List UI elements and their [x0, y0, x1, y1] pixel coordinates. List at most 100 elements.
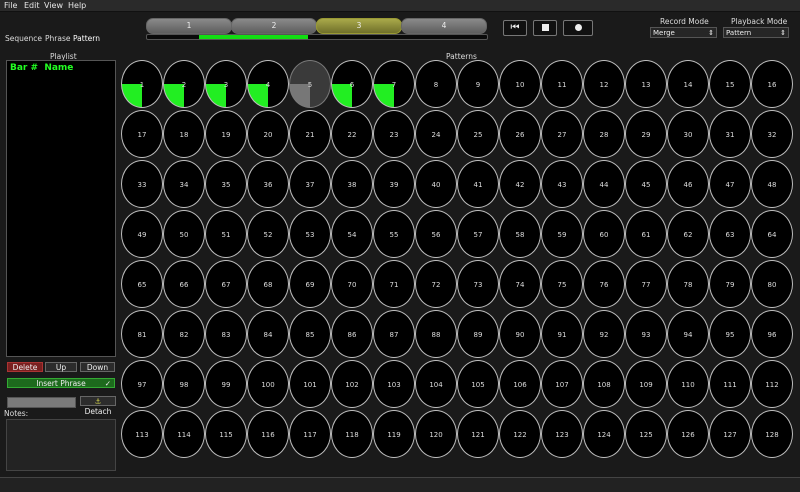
pattern-slot-25[interactable]: 25 — [457, 110, 499, 158]
notes-area[interactable] — [6, 419, 116, 471]
pattern-slot-99[interactable]: 99 — [205, 360, 247, 408]
pattern-slot-44[interactable]: 44 — [583, 160, 625, 208]
pattern-slot-100[interactable]: 100 — [247, 360, 289, 408]
pattern-slot-110[interactable]: 110 — [667, 360, 709, 408]
pattern-slot-47[interactable]: 47 — [709, 160, 751, 208]
pattern-slot-92[interactable]: 92 — [583, 310, 625, 358]
pattern-slot-6[interactable]: 6 — [331, 60, 373, 108]
pattern-slot-59[interactable]: 59 — [541, 210, 583, 258]
pattern-slot-38[interactable]: 38 — [331, 160, 373, 208]
pattern-slot-19[interactable]: 19 — [205, 110, 247, 158]
beat-button-2[interactable]: 2 — [231, 18, 317, 34]
pattern-slot-87[interactable]: 87 — [373, 310, 415, 358]
pattern-slot-35[interactable]: 35 — [205, 160, 247, 208]
pattern-slot-69[interactable]: 69 — [289, 260, 331, 308]
pattern-slot-86[interactable]: 86 — [331, 310, 373, 358]
pattern-slot-28[interactable]: 28 — [583, 110, 625, 158]
pattern-slot-93[interactable]: 93 — [625, 310, 667, 358]
pattern-slot-52[interactable]: 52 — [247, 210, 289, 258]
pattern-slot-76[interactable]: 76 — [583, 260, 625, 308]
menu-file[interactable]: File — [4, 1, 17, 10]
pattern-slot-50[interactable]: 50 — [163, 210, 205, 258]
pattern-slot-119[interactable]: 119 — [373, 410, 415, 458]
stop-button[interactable] — [533, 20, 557, 36]
pattern-slot-82[interactable]: 82 — [163, 310, 205, 358]
pattern-slot-111[interactable]: 111 — [709, 360, 751, 408]
pattern-slot-125[interactable]: 125 — [625, 410, 667, 458]
pattern-slot-26[interactable]: 26 — [499, 110, 541, 158]
pattern-slot-29[interactable]: 29 — [625, 110, 667, 158]
pattern-slot-118[interactable]: 118 — [331, 410, 373, 458]
insert-phrase-button[interactable]: Insert Phrase ✓ — [7, 378, 115, 388]
pattern-slot-124[interactable]: 124 — [583, 410, 625, 458]
pattern-slot-123[interactable]: 123 — [541, 410, 583, 458]
pattern-slot-104[interactable]: 104 — [415, 360, 457, 408]
pattern-slot-65[interactable]: 65 — [121, 260, 163, 308]
pattern-slot-72[interactable]: 72 — [415, 260, 457, 308]
pattern-slot-14[interactable]: 14 — [667, 60, 709, 108]
pattern-slot-106[interactable]: 106 — [499, 360, 541, 408]
pattern-slot-30[interactable]: 30 — [667, 110, 709, 158]
pattern-slot-20[interactable]: 20 — [247, 110, 289, 158]
pattern-slot-102[interactable]: 102 — [331, 360, 373, 408]
playback-mode-select[interactable]: Pattern ⇕ — [723, 27, 789, 38]
pattern-slot-45[interactable]: 45 — [625, 160, 667, 208]
pattern-slot-61[interactable]: 61 — [625, 210, 667, 258]
pattern-slot-18[interactable]: 18 — [163, 110, 205, 158]
pattern-slot-16[interactable]: 16 — [751, 60, 793, 108]
pattern-slot-84[interactable]: 84 — [247, 310, 289, 358]
pattern-slot-114[interactable]: 114 — [163, 410, 205, 458]
pattern-slot-51[interactable]: 51 — [205, 210, 247, 258]
pattern-slot-4[interactable]: 4 — [247, 60, 289, 108]
pattern-slot-42[interactable]: 42 — [499, 160, 541, 208]
pattern-slot-11[interactable]: 11 — [541, 60, 583, 108]
pattern-slot-94[interactable]: 94 — [667, 310, 709, 358]
pattern-slot-89[interactable]: 89 — [457, 310, 499, 358]
pattern-slot-83[interactable]: 83 — [205, 310, 247, 358]
pattern-slot-90[interactable]: 90 — [499, 310, 541, 358]
pattern-slot-55[interactable]: 55 — [373, 210, 415, 258]
tab-pattern[interactable]: Pattern — [73, 34, 100, 43]
pattern-slot-34[interactable]: 34 — [163, 160, 205, 208]
pattern-slot-115[interactable]: 115 — [205, 410, 247, 458]
pattern-slot-60[interactable]: 60 — [583, 210, 625, 258]
pattern-slot-73[interactable]: 73 — [457, 260, 499, 308]
pattern-slot-49[interactable]: 49 — [121, 210, 163, 258]
pattern-slot-3[interactable]: 3 — [205, 60, 247, 108]
pattern-slot-39[interactable]: 39 — [373, 160, 415, 208]
pattern-slot-116[interactable]: 116 — [247, 410, 289, 458]
pattern-slot-48[interactable]: 48 — [751, 160, 793, 208]
pattern-slot-15[interactable]: 15 — [709, 60, 751, 108]
pattern-slot-117[interactable]: 117 — [289, 410, 331, 458]
rewind-button[interactable]: ⏮ — [503, 20, 527, 36]
pattern-slot-96[interactable]: 96 — [751, 310, 793, 358]
pattern-slot-103[interactable]: 103 — [373, 360, 415, 408]
record-mode-select[interactable]: Merge ⇕ — [650, 27, 717, 38]
beat-button-4[interactable]: 4 — [401, 18, 487, 34]
pattern-slot-24[interactable]: 24 — [415, 110, 457, 158]
pattern-slot-121[interactable]: 121 — [457, 410, 499, 458]
record-button[interactable] — [563, 20, 593, 36]
pattern-slot-77[interactable]: 77 — [625, 260, 667, 308]
pattern-slot-12[interactable]: 12 — [583, 60, 625, 108]
delete-button[interactable]: Delete — [7, 362, 43, 372]
pattern-slot-107[interactable]: 107 — [541, 360, 583, 408]
pattern-slot-68[interactable]: 68 — [247, 260, 289, 308]
pattern-slot-27[interactable]: 27 — [541, 110, 583, 158]
menu-help[interactable]: Help — [68, 1, 86, 10]
pattern-slot-36[interactable]: 36 — [247, 160, 289, 208]
pattern-slot-58[interactable]: 58 — [499, 210, 541, 258]
pattern-slot-80[interactable]: 80 — [751, 260, 793, 308]
pattern-slot-126[interactable]: 126 — [667, 410, 709, 458]
pattern-slot-32[interactable]: 32 — [751, 110, 793, 158]
pattern-slot-43[interactable]: 43 — [541, 160, 583, 208]
pattern-slot-54[interactable]: 54 — [331, 210, 373, 258]
pattern-slot-40[interactable]: 40 — [415, 160, 457, 208]
pattern-slot-101[interactable]: 101 — [289, 360, 331, 408]
pattern-slot-46[interactable]: 46 — [667, 160, 709, 208]
pattern-slot-33[interactable]: 33 — [121, 160, 163, 208]
pattern-slot-105[interactable]: 105 — [457, 360, 499, 408]
pattern-slot-21[interactable]: 21 — [289, 110, 331, 158]
beat-button-3[interactable]: 3 — [316, 18, 402, 34]
pattern-slot-81[interactable]: 81 — [121, 310, 163, 358]
